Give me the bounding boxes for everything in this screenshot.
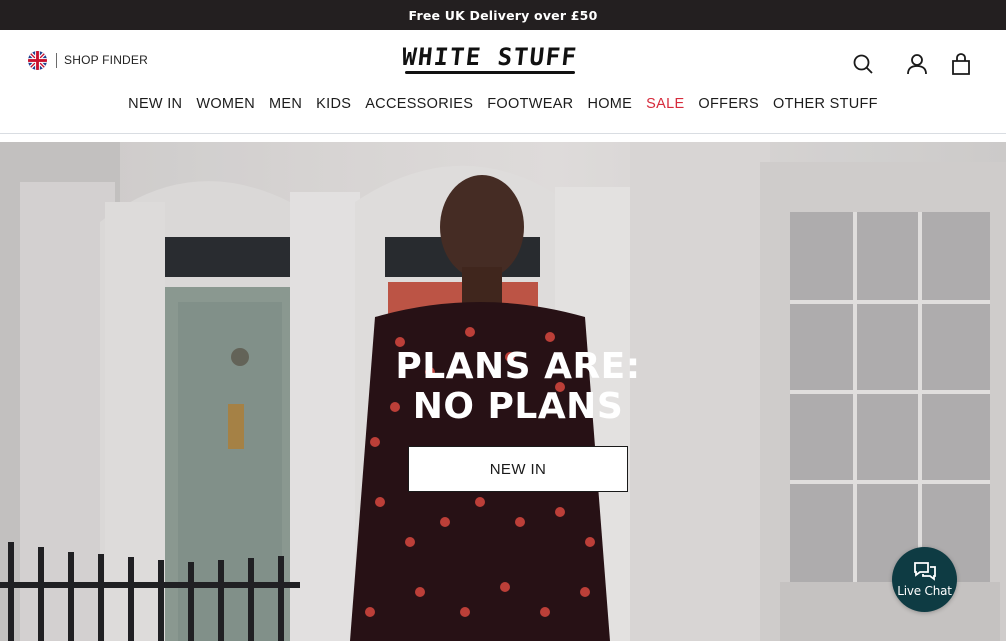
logo-text: WHITE STUFF bbox=[400, 43, 580, 71]
nav-item-footwear[interactable]: FOOTWEAR bbox=[487, 96, 573, 112]
bag-icon[interactable] bbox=[949, 52, 973, 76]
nav-item-other-stuff[interactable]: OTHER STUFF bbox=[773, 96, 878, 112]
chat-bubbles-icon bbox=[913, 562, 936, 581]
nav-item-home[interactable]: HOME bbox=[587, 96, 632, 112]
logo-underline bbox=[405, 71, 575, 74]
shop-finder-link[interactable]: SHOP FINDER bbox=[28, 50, 148, 70]
shop-finder-label: SHOP FINDER bbox=[64, 53, 148, 67]
nav-item-new-in[interactable]: NEW IN bbox=[128, 96, 182, 112]
account-icon[interactable] bbox=[905, 52, 929, 76]
nav-item-men[interactable]: MEN bbox=[269, 96, 302, 112]
live-chat-button[interactable]: Live Chat bbox=[892, 547, 957, 612]
nav-item-kids[interactable]: KIDS bbox=[316, 96, 351, 112]
promo-banner: Free UK Delivery over £50 bbox=[0, 0, 1006, 30]
site-header: SHOP FINDER WHITE STUFF NEW IN WOMEN MEN… bbox=[0, 30, 1006, 134]
hero-headline-line-2: NO PLANS bbox=[412, 386, 624, 427]
hero-headline: PLANS ARE: NO PLANS bbox=[318, 347, 718, 427]
uk-flag-icon bbox=[28, 50, 47, 70]
white-stuff-logo[interactable]: WHITE STUFF bbox=[400, 42, 580, 76]
nav-item-accessories[interactable]: ACCESSORIES bbox=[365, 96, 473, 112]
hero-headline-line-1: PLANS ARE: bbox=[395, 346, 641, 387]
nav-item-women[interactable]: WOMEN bbox=[196, 96, 255, 112]
main-navigation: NEW IN WOMEN MEN KIDS ACCESSORIES FOOTWE… bbox=[0, 92, 1006, 116]
shop-finder-divider bbox=[56, 52, 57, 68]
new-in-button[interactable]: NEW IN bbox=[408, 446, 628, 492]
promo-text: Free UK Delivery over £50 bbox=[408, 7, 598, 23]
hero-banner[interactable]: PLANS ARE: NO PLANS NEW IN bbox=[0, 142, 1006, 641]
search-icon[interactable] bbox=[851, 52, 875, 76]
live-chat-label: Live Chat bbox=[897, 584, 952, 598]
nav-item-offers[interactable]: OFFERS bbox=[698, 96, 759, 112]
nav-item-sale[interactable]: SALE bbox=[646, 96, 684, 112]
